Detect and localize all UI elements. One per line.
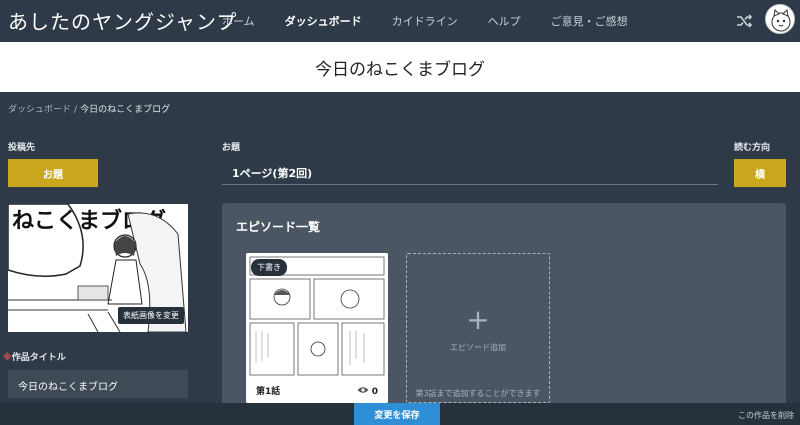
episode-list-panel: エピソード一覧 下書き 第1話 0 + エピソード追加 第3話まで追加することが… [222, 203, 786, 425]
nav-help[interactable]: ヘルプ [488, 13, 521, 29]
main-nav: ホーム ダッシュボード カイドライン ヘルプ ご意見・ご感想 [222, 0, 658, 42]
add-episode-note: 第3話まで追加することができます [415, 389, 541, 398]
direction-button[interactable]: 横 [734, 159, 786, 187]
work-title-label: ※作品タイトル [3, 350, 66, 363]
eye-icon [357, 386, 369, 397]
save-changes-button[interactable]: 変更を保存 [354, 403, 440, 425]
episode-name: 第1話 [256, 387, 281, 397]
breadcrumb-separator: / [74, 105, 78, 115]
submit-to-button[interactable]: お題 [8, 159, 98, 187]
nav-home[interactable]: ホーム [222, 13, 255, 29]
add-episode-button[interactable]: + エピソード追加 第3話まで追加することができます [406, 253, 550, 403]
nav-dashboard[interactable]: ダッシュボード [285, 13, 362, 29]
breadcrumb-current: 今日のねこくまブログ [80, 105, 171, 115]
shuffle-icon[interactable] [735, 12, 753, 30]
nav-guidelines[interactable]: カイドライン [392, 13, 458, 29]
work-title-field[interactable]: 今日のねこくまブログ [8, 370, 188, 398]
top-navigation: あしたのヤングジャンプ ホーム ダッシュボード カイドライン ヘルプ ご意見・ご… [0, 0, 800, 42]
work-title-label-text: 作品タイトル [11, 353, 66, 363]
episode-card[interactable]: 下書き 第1話 0 [246, 253, 388, 403]
episode-views: 0 [357, 386, 378, 397]
site-logo[interactable]: あしたのヤングジャンプ [8, 6, 237, 35]
submit-to-label: 投稿先 [8, 143, 36, 153]
breadcrumb-dashboard[interactable]: ダッシュボード [8, 105, 71, 115]
page-title: 今日のねこくまブログ [315, 59, 485, 80]
episode-list-heading: エピソード一覧 [236, 220, 321, 234]
delete-work-link[interactable]: この作品を削除 [738, 410, 794, 421]
add-episode-label: エピソード追加 [450, 343, 506, 352]
required-mark: ※ [3, 353, 12, 363]
title-bar: 今日のねこくまブログ [0, 42, 800, 92]
user-avatar[interactable] [765, 4, 795, 34]
change-cover-button[interactable]: 表紙画像を変更 [118, 307, 184, 324]
draft-badge: 下書き [251, 259, 287, 276]
nav-feedback[interactable]: ご意見・ご感想 [551, 13, 628, 29]
subject-label: お題 [222, 143, 241, 153]
direction-label: 読む方向 [734, 143, 771, 153]
cover-image: ねこくまブログ 表紙画像を変更 [8, 204, 188, 332]
subject-field[interactable]: 1ページ(第2回) [222, 157, 718, 185]
view-count: 0 [371, 386, 378, 397]
breadcrumb: ダッシュボード / 今日のねこくまブログ [8, 102, 170, 115]
plus-icon: + [466, 303, 490, 336]
